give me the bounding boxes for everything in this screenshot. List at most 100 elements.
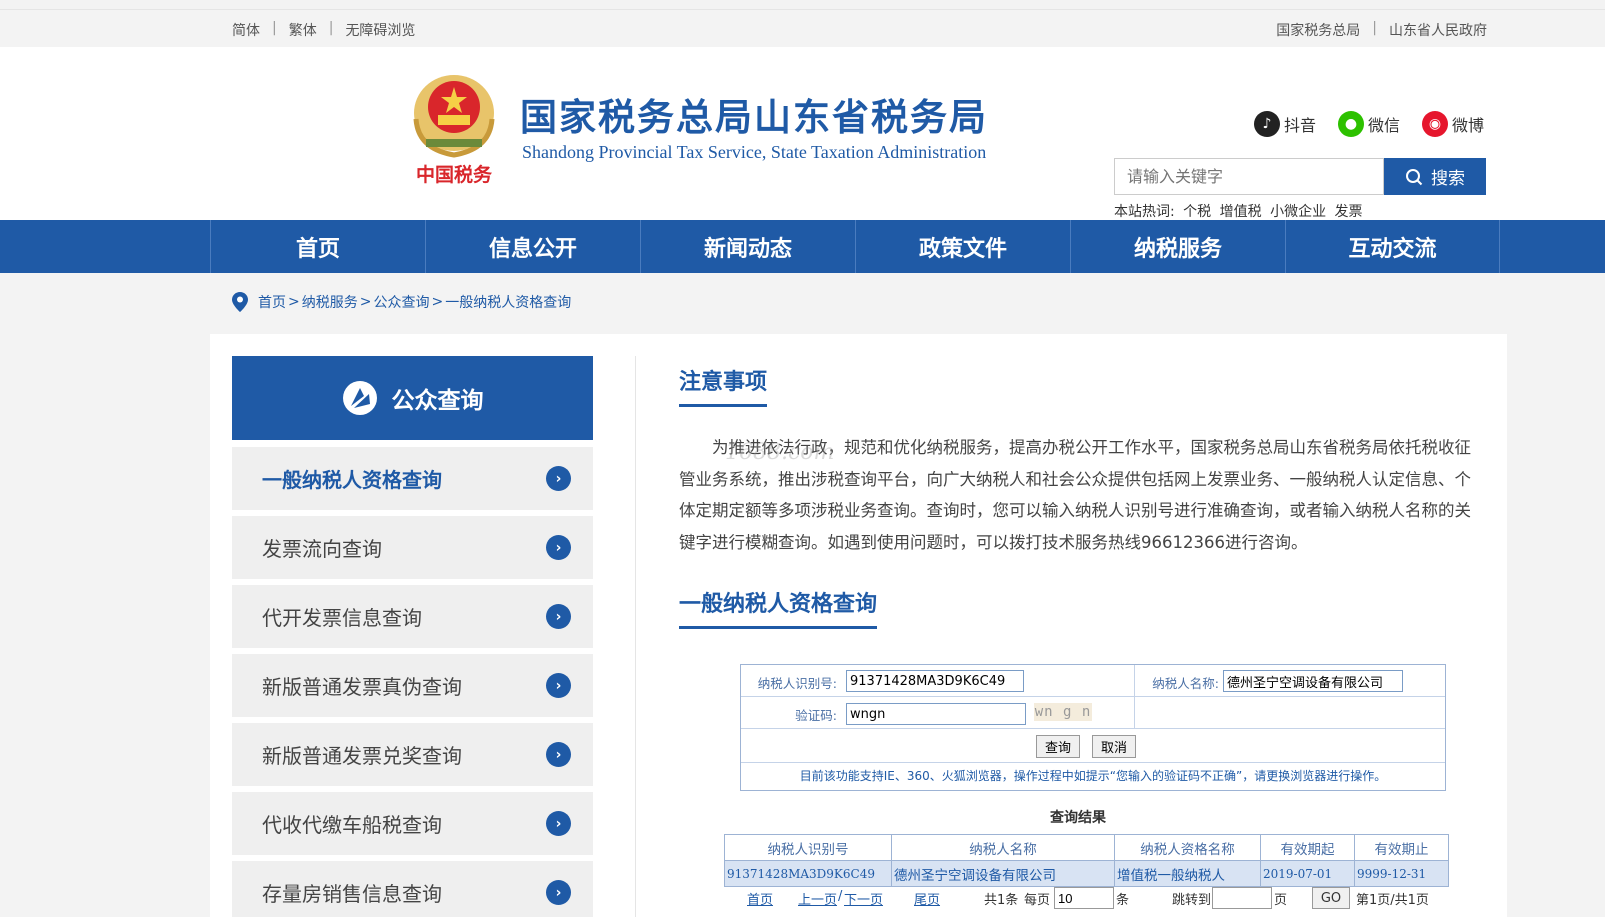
captcha-label: 验证码: bbox=[795, 708, 837, 723]
chevron-right-icon: › bbox=[546, 673, 571, 698]
breadcrumb-home[interactable]: 首页 bbox=[258, 292, 286, 312]
cell-taxpayer-id: 91371428MA3D9K6C49 bbox=[724, 860, 892, 887]
first-page-link[interactable]: 首页 bbox=[747, 889, 773, 908]
sidebar-item-invoice-prize[interactable]: 新版普通发票兑奖查询 › bbox=[232, 723, 593, 786]
cancel-button[interactable]: 取消 bbox=[1092, 735, 1137, 758]
accessibility-link[interactable]: 无障碍浏览 bbox=[345, 20, 415, 40]
content-panel: 公众查询 一般纳税人资格查询 › 发票流向查询 › 代开发票信息查询 › 新版普… bbox=[210, 334, 1507, 917]
hot-keyword[interactable]: 增值税 bbox=[1220, 204, 1262, 220]
column-header: 纳税人资格名称 bbox=[1114, 834, 1261, 861]
sidebar-item-label: 一般纳税人资格查询 bbox=[262, 468, 442, 492]
taxpayer-id-label: 纳税人识别号: bbox=[757, 676, 837, 691]
column-header: 纳税人名称 bbox=[891, 834, 1115, 861]
sidebar-item-label: 发票流向查询 bbox=[262, 537, 382, 561]
search-button[interactable]: 搜索 bbox=[1384, 158, 1486, 195]
hot-keyword[interactable]: 小微企业 bbox=[1270, 204, 1326, 220]
prev-page-link[interactable]: 上一页 bbox=[798, 889, 837, 908]
search-input[interactable] bbox=[1114, 158, 1384, 195]
page-info: 第1页/共1页 bbox=[1356, 893, 1429, 908]
sidebar-item-label: 存量房销售信息查询 bbox=[262, 882, 442, 906]
nav-interaction[interactable]: 互动交流 bbox=[1285, 220, 1500, 273]
browser-tip: 目前该功能支持IE、360、火狐浏览器，操作过程中如提示“您输入的验证码不正确”… bbox=[799, 769, 1387, 783]
total-count: 共1条 bbox=[984, 893, 1019, 908]
sidebar-item-vehicle-tax[interactable]: 代收代缴车船税查询 › bbox=[232, 792, 593, 855]
divider: | bbox=[328, 20, 334, 36]
captcha-input[interactable] bbox=[846, 703, 1026, 725]
sta-link[interactable]: 国家税务总局 bbox=[1276, 20, 1360, 40]
douyin-label: 抖音 bbox=[1284, 116, 1317, 135]
sidebar-item-label: 代开发票信息查询 bbox=[262, 606, 422, 630]
sidebar-item-taxpayer-qualification[interactable]: 一般纳税人资格查询 › bbox=[232, 447, 593, 510]
nav-tax-service[interactable]: 纳税服务 bbox=[1070, 220, 1285, 273]
nav-policy[interactable]: 政策文件 bbox=[855, 220, 1070, 273]
simplified-link[interactable]: 简体 bbox=[232, 20, 260, 40]
douyin-link[interactable]: ♪ 抖音 bbox=[1254, 111, 1316, 137]
breadcrumb: 首页 > 纳税服务 > 公众查询 > 一般纳税人资格查询 bbox=[232, 292, 571, 312]
chevron-right-icon: › bbox=[546, 811, 571, 836]
shandong-gov-link[interactable]: 山东省人民政府 bbox=[1389, 20, 1487, 40]
cell-valid-to: 9999-12-31 bbox=[1354, 860, 1449, 887]
per-page-label: 每页 bbox=[1024, 893, 1051, 908]
sidebar-item-label: 新版普通发票真伪查询 bbox=[262, 675, 462, 699]
top-bar: 简体 | 繁体 | 无障碍浏览 国家税务总局 | 山东省人民政府 bbox=[0, 9, 1605, 47]
nav-news[interactable]: 新闻动态 bbox=[640, 220, 855, 273]
per-page-input[interactable] bbox=[1054, 887, 1114, 909]
breadcrumb-current: 一般纳税人资格查询 bbox=[445, 295, 572, 311]
column-header: 有效期起 bbox=[1260, 834, 1355, 861]
wechat-link[interactable]: ● 微信 bbox=[1338, 111, 1400, 137]
hot-keyword[interactable]: 发票 bbox=[1335, 204, 1363, 220]
weibo-link[interactable]: ◉ 微博 bbox=[1422, 111, 1484, 137]
sidebar-item-invoice-authenticity[interactable]: 新版普通发票真伪查询 › bbox=[232, 654, 593, 717]
table-row[interactable]: 91371428MA3D9K6C49 德州圣宁空调设备有限公司 增值税一般纳税人… bbox=[724, 860, 1449, 887]
sidebar-item-invoice-flow[interactable]: 发票流向查询 › bbox=[232, 516, 593, 579]
notice-text: 为推进依法行政，规范和优化纳税服务，提高办税公开工作水平，国家税务总局山东省税务… bbox=[679, 438, 1471, 552]
cell-taxpayer-name: 德州圣宁空调设备有限公司 bbox=[891, 860, 1115, 887]
site-header: 中国税务 国家税务总局山东省税务局 Shandong Provincial Ta… bbox=[0, 47, 1605, 220]
jump-unit: 页 bbox=[1274, 893, 1288, 908]
nav-info-disclosure[interactable]: 信息公开 bbox=[425, 220, 640, 273]
breadcrumb-public-query[interactable]: 公众查询 bbox=[373, 292, 429, 312]
pager-slash: / bbox=[838, 889, 843, 904]
emblem-text: 中国税务 bbox=[416, 163, 493, 186]
weibo-label: 微博 bbox=[1452, 116, 1485, 135]
go-button[interactable]: GO bbox=[1312, 887, 1350, 909]
nav-home[interactable]: 首页 bbox=[210, 220, 425, 273]
chevron-right-icon: › bbox=[546, 880, 571, 905]
search-button-label: 搜索 bbox=[1431, 169, 1465, 189]
column-header: 有效期止 bbox=[1354, 834, 1449, 861]
jump-page-input[interactable] bbox=[1212, 887, 1272, 909]
query-form: 纳税人识别号: 纳税人名称: 验证码: wn g n 查询 取消 目前该功能支持… bbox=[740, 664, 1446, 791]
captcha-image[interactable]: wn g n bbox=[1034, 703, 1092, 721]
main-nav: 首页 信息公开 新闻动态 政策文件 纳税服务 互动交流 bbox=[0, 220, 1605, 273]
sidebar-item-housing-sales[interactable]: 存量房销售信息查询 › bbox=[232, 861, 593, 917]
wechat-label: 微信 bbox=[1368, 116, 1401, 135]
query-button[interactable]: 查询 bbox=[1036, 735, 1081, 758]
chevron-right-icon: › bbox=[546, 466, 571, 491]
chevron-right-icon: › bbox=[546, 742, 571, 767]
sidebar-item-issued-invoice[interactable]: 代开发票信息查询 › bbox=[232, 585, 593, 648]
sidebar-item-label: 新版普通发票兑奖查询 bbox=[262, 744, 462, 768]
result-table: 纳税人识别号 纳税人名称 纳税人资格名称 有效期起 有效期止 91371428M… bbox=[724, 834, 1449, 887]
last-page-link[interactable]: 尾页 bbox=[914, 889, 940, 908]
cell-qualification: 增值税一般纳税人 bbox=[1114, 860, 1261, 887]
site-subtitle: Shandong Provincial Tax Service, State T… bbox=[522, 142, 987, 162]
next-page-link[interactable]: 下一页 bbox=[844, 889, 883, 908]
query-title: 一般纳税人资格查询 bbox=[679, 586, 878, 629]
douyin-icon: ♪ bbox=[1254, 111, 1280, 137]
divider bbox=[635, 356, 636, 917]
table-header-row: 纳税人识别号 纳税人名称 纳税人资格名称 有效期起 有效期止 bbox=[724, 834, 1449, 861]
tax-emblem-logo[interactable]: 中国税务 bbox=[408, 69, 504, 187]
hot-keyword[interactable]: 个税 bbox=[1183, 204, 1211, 220]
taxpayer-id-input[interactable] bbox=[846, 670, 1024, 692]
sidebar-title: 公众查询 bbox=[391, 388, 484, 414]
breadcrumb-tax-service[interactable]: 纳税服务 bbox=[302, 292, 358, 312]
per-page-unit: 条 bbox=[1116, 893, 1130, 908]
query-category-icon bbox=[342, 381, 377, 415]
site-title: 国家税务总局山东省税务局 bbox=[520, 95, 988, 139]
result-title: 查询结果 bbox=[1050, 810, 1106, 826]
hot-keywords: 本站热词: 个税 增值税 小微企业 发票 bbox=[1114, 201, 1363, 221]
divider: | bbox=[272, 20, 277, 36]
notice-title: 注意事项 bbox=[679, 364, 768, 407]
taxpayer-name-input[interactable] bbox=[1223, 670, 1403, 692]
traditional-link[interactable]: 繁体 bbox=[289, 20, 317, 40]
